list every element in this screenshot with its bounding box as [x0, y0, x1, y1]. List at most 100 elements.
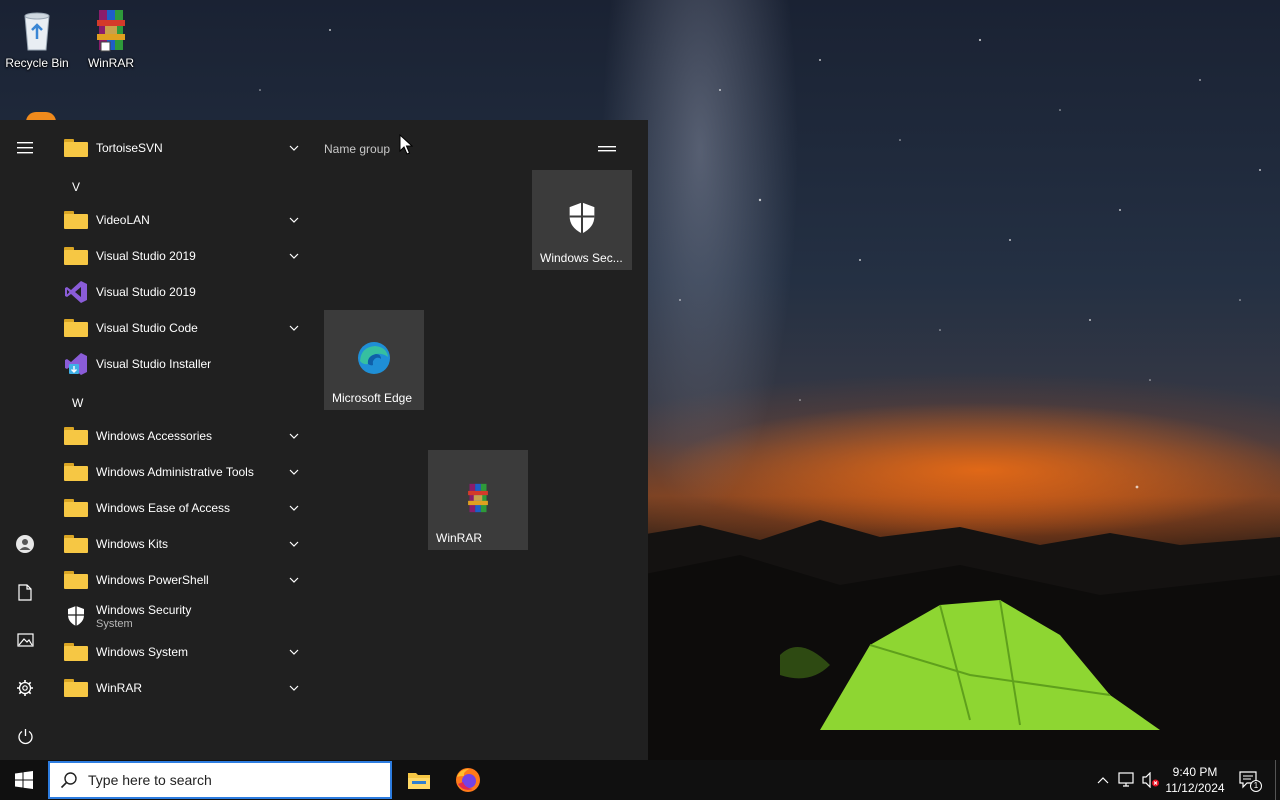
start-rail — [0, 120, 50, 760]
mouse-cursor-icon — [399, 134, 413, 155]
app-item-visual-studio-2019[interactable]: Visual Studio 2019 — [50, 274, 312, 310]
group-handle-icon[interactable] — [598, 146, 616, 152]
windows-logo-icon — [15, 771, 33, 789]
folder-icon — [63, 459, 89, 485]
winrar-icon — [460, 480, 496, 516]
settings-button[interactable] — [0, 666, 50, 710]
chevron-down-icon — [289, 505, 299, 511]
tile-label: Windows Sec... — [540, 251, 623, 265]
taskbar-firefox[interactable] — [444, 760, 492, 800]
folder-icon — [63, 495, 89, 521]
chevron-down-icon — [289, 325, 299, 331]
taskbar-file-explorer[interactable] — [395, 760, 443, 800]
folder-icon — [63, 315, 89, 341]
search-icon — [60, 772, 77, 789]
app-item-label: Visual Studio 2019 — [96, 249, 196, 263]
app-item-label: TortoiseSVN — [96, 141, 163, 155]
clock-date: 11/12/2024 — [1165, 781, 1225, 795]
chevron-down-icon — [289, 217, 299, 223]
tile-winrar[interactable]: WinRAR — [428, 450, 528, 550]
edge-icon — [356, 340, 392, 376]
app-item-visual-studio-code[interactable]: Visual Studio Code — [50, 310, 312, 346]
desktop-icon-recycle-bin[interactable]: Recycle Bin — [0, 6, 74, 70]
visual-studio-installer-icon — [63, 351, 89, 377]
chevron-down-icon — [289, 649, 299, 655]
folder-icon — [63, 423, 89, 449]
app-item-windows-accessories[interactable]: Windows Accessories — [50, 418, 312, 454]
app-item-windows-powershell[interactable]: Windows PowerShell — [50, 562, 312, 598]
shield-icon — [564, 200, 600, 236]
pictures-button[interactable] — [0, 618, 50, 662]
app-item-subtitle: System — [96, 617, 133, 630]
power-icon — [17, 728, 33, 744]
folder-icon — [63, 243, 89, 269]
folder-icon — [63, 675, 89, 701]
folder-icon — [63, 567, 89, 593]
taskbar-clock[interactable]: 9:40 PM 11/12/2024 — [1160, 764, 1230, 796]
clock-time: 9:40 PM — [1172, 765, 1218, 779]
account-button[interactable] — [0, 522, 50, 566]
letter-header-w[interactable]: W — [72, 396, 83, 410]
app-item-windows-administrative-tools[interactable]: Windows Administrative Tools — [50, 454, 312, 490]
app-item-windows-ease-of-access[interactable]: Windows Ease of Access — [50, 490, 312, 526]
desktop-icon-winrar[interactable]: WinRAR — [74, 6, 148, 70]
expand-menu-button[interactable] — [0, 126, 50, 170]
wallpaper-landscape — [640, 520, 1280, 760]
app-item-windows-kits[interactable]: Windows Kits — [50, 526, 312, 562]
start-button[interactable] — [0, 760, 48, 800]
folder-icon — [63, 207, 89, 233]
show-desktop-button[interactable] — [1275, 760, 1280, 800]
recycle-bin-icon — [24, 12, 50, 51]
app-item-label: Windows Security System — [96, 603, 191, 630]
power-button[interactable] — [0, 714, 50, 758]
app-item-label: WinRAR — [96, 681, 143, 695]
chevron-down-icon — [289, 685, 299, 691]
app-item-label: Windows Ease of Access — [96, 501, 231, 515]
app-list: TortoiseSVN V VideoLAN Visual Studio 201… — [50, 120, 312, 760]
app-item-label: VideoLAN — [96, 213, 150, 227]
letter-header-v[interactable]: V — [72, 180, 80, 194]
show-hidden-icons-button[interactable] — [1094, 771, 1112, 789]
app-item-tortoisesvn[interactable]: TortoiseSVN — [50, 130, 312, 166]
folder-icon — [63, 639, 89, 665]
tile-microsoft-edge[interactable]: Microsoft Edge — [324, 310, 424, 410]
tile-windows-security[interactable]: Windows Sec... — [532, 170, 632, 270]
documents-button[interactable] — [0, 570, 50, 614]
app-item-label: Windows Accessories — [96, 429, 213, 443]
chevron-down-icon — [289, 433, 299, 439]
tiles-area: Name group Windows Sec... Microsoft Edge… — [312, 120, 648, 760]
app-item-videolan[interactable]: VideoLAN — [50, 202, 312, 238]
documents-icon — [18, 583, 32, 601]
user-icon — [16, 535, 34, 553]
chevron-down-icon — [289, 469, 299, 475]
app-item-label: Windows PowerShell — [96, 573, 209, 587]
winrar-icon — [97, 10, 125, 52]
app-item-label: Visual Studio 2019 — [96, 285, 196, 299]
pictures-icon — [16, 633, 34, 647]
action-center-button[interactable]: 1 — [1238, 771, 1262, 792]
chevron-up-icon — [1097, 777, 1109, 784]
file-explorer-icon — [408, 773, 430, 789]
network-button[interactable] — [1118, 771, 1136, 789]
app-item-label: Windows Kits — [96, 537, 169, 551]
app-item-visual-studio-2019-folder[interactable]: Visual Studio 2019 — [50, 238, 312, 274]
chevron-down-icon — [289, 541, 299, 547]
volume-muted-icon — [1142, 772, 1159, 788]
app-item-title: Windows Security — [96, 602, 192, 617]
tile-label: WinRAR — [436, 531, 483, 545]
taskbar-search-box[interactable] — [48, 761, 392, 799]
tile-group-name[interactable]: Name group — [324, 142, 390, 156]
app-item-winrar[interactable]: WinRAR — [50, 670, 312, 706]
volume-button[interactable] — [1142, 771, 1160, 789]
start-menu: TortoiseSVN V VideoLAN Visual Studio 201… — [0, 120, 648, 760]
tile-label: Microsoft Edge — [332, 391, 413, 405]
search-input[interactable] — [88, 772, 368, 788]
chevron-down-icon — [289, 577, 299, 583]
app-item-visual-studio-installer[interactable]: Visual Studio Installer — [50, 346, 312, 382]
notification-count-badge: 1 — [1250, 780, 1262, 792]
app-item-label: Visual Studio Installer — [96, 357, 212, 371]
app-item-windows-system[interactable]: Windows System — [50, 634, 312, 670]
desktop-icon-label: WinRAR — [87, 56, 134, 70]
app-item-windows-security[interactable]: Windows Security System — [50, 598, 312, 634]
desktop-icon-label: Recycle Bin — [5, 56, 69, 70]
